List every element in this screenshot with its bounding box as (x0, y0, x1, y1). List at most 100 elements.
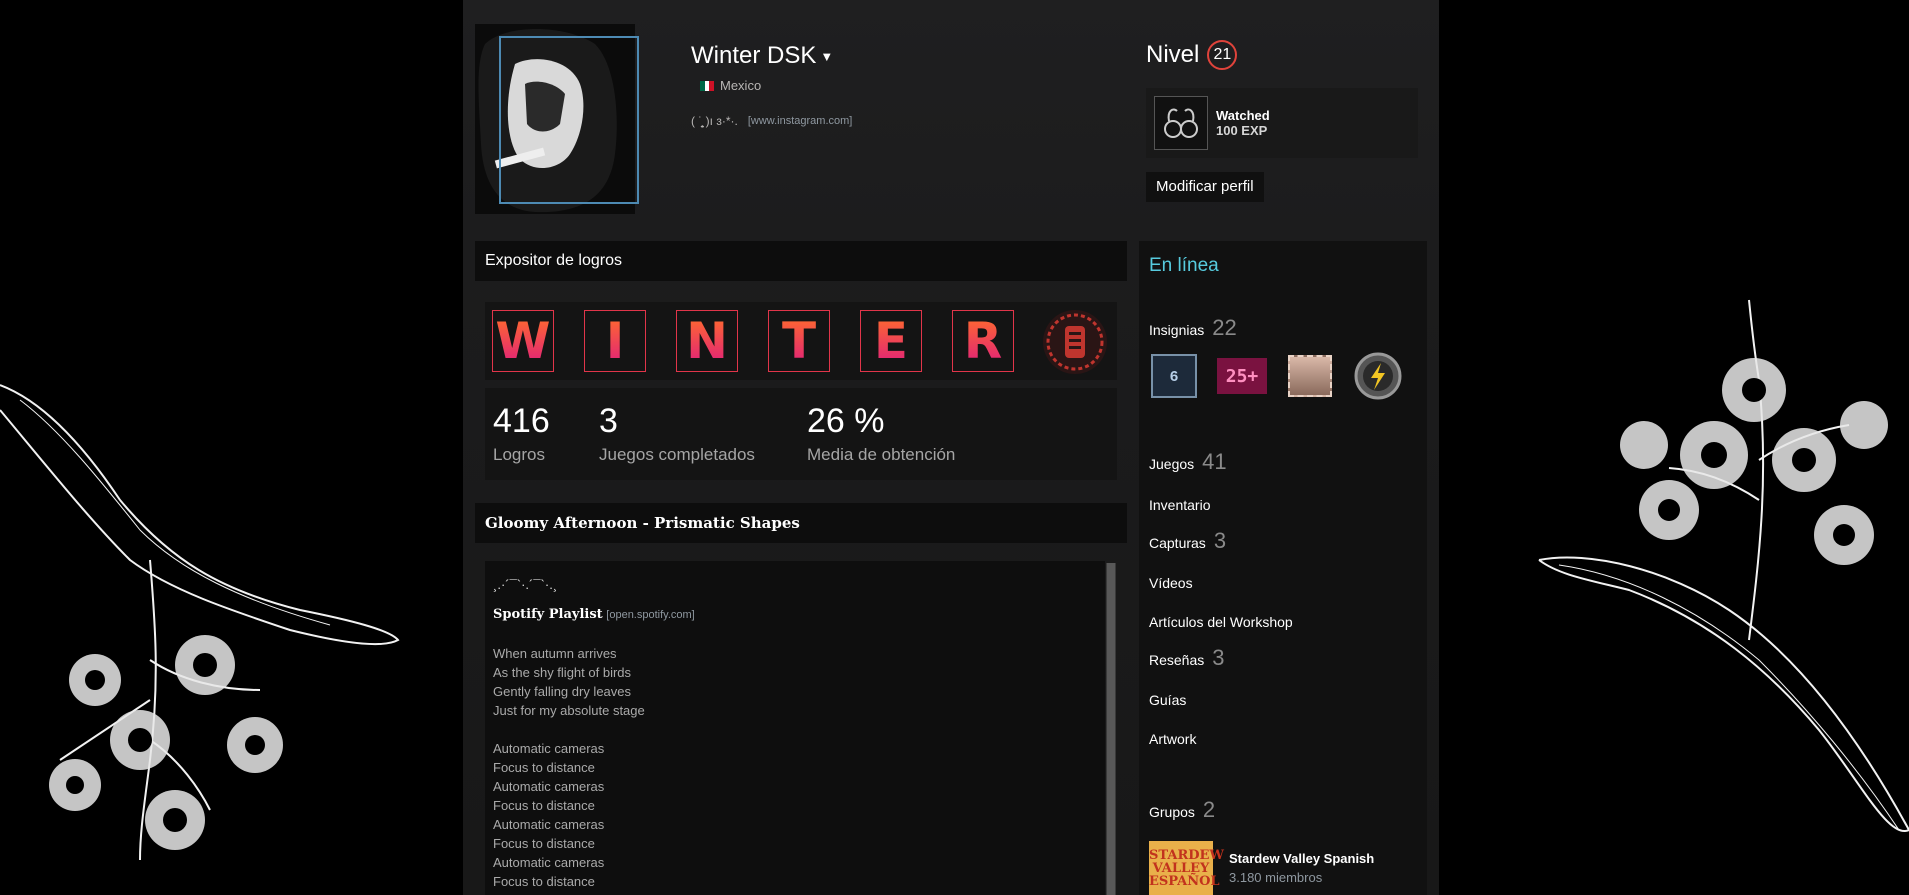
online-status: En línea (1149, 255, 1219, 276)
persona-name[interactable]: Winter DSK ▼ (691, 42, 833, 70)
stat-completion-rate: 26 % Media de obtención (807, 402, 955, 465)
sidebar-item-screenshots[interactable]: Capturas 3 (1149, 528, 1226, 554)
featured-badge-name: Watched (1216, 108, 1270, 123)
postcard-badge-icon[interactable] (1285, 353, 1335, 399)
achievement-icon-e[interactable]: E (860, 310, 922, 372)
profile-level: Nivel 21 (1146, 40, 1238, 70)
stat-label: Juegos completados (599, 445, 755, 464)
profile-summary: ( ˙̮̩̥̩̥̩̩̥ )ı ɜ·*·. [www.instagram.com] (691, 114, 852, 128)
achievement-icon-w[interactable]: W (492, 310, 554, 372)
summary-text: ( ˙̮̩̥̩̥̩̩̥ )ı ɜ·*·. (691, 114, 738, 128)
featured-badge[interactable]: Watched 100 EXP (1146, 88, 1418, 158)
sidebar-item-label: Reseñas (1149, 652, 1205, 668)
stat-label: Logros (493, 445, 545, 464)
achievement-icon-i[interactable]: I (584, 310, 646, 372)
avatar[interactable] (475, 24, 639, 214)
floral-background-left (0, 384, 400, 861)
country-name: Mexico (720, 78, 762, 93)
group-members: 3.180 miembros (1229, 870, 1323, 885)
sidebar-item-label: Vídeos (1149, 575, 1193, 591)
achievement-letter: W (495, 312, 551, 370)
sidebar-item-count: 3 (1212, 645, 1225, 670)
sidebar-item-count: 22 (1212, 315, 1237, 340)
scrollbar-thumb[interactable] (1107, 563, 1115, 895)
sidebar-item-games[interactable]: Juegos 41 (1149, 449, 1227, 475)
badge-25-text: 25+ (1225, 365, 1259, 387)
sidebar-item-groups[interactable]: Grupos 2 (1149, 797, 1215, 823)
group-stardew-valley-spanish[interactable]: STARDEW VALLEY ESPAÑOL Stardew Valley Sp… (1149, 841, 1374, 895)
achievement-showcase-title: Expositor de logros (475, 241, 1127, 281)
years-of-service-6-icon[interactable]: 6 (1149, 353, 1199, 399)
lightning-badge-icon[interactable] (1353, 352, 1403, 400)
sidebar-item-count: 2 (1202, 797, 1216, 822)
sidebar-item-count: 3 (1213, 528, 1227, 553)
sidebar-item-artwork[interactable]: Artwork (1149, 731, 1196, 747)
chevron-down-icon[interactable]: ▼ (820, 49, 833, 64)
custom-box-content: ¸.·´¯`·.´¯`·.¸ Spotify Playlist [open.sp… (485, 561, 1105, 895)
lyric-line: When autumn arrives (493, 646, 617, 661)
achievement-letter: I (605, 312, 625, 370)
sidebar-item-label: Grupos (1149, 804, 1195, 820)
achievement-letter: N (686, 312, 728, 370)
sidebar-item-label: Insignias (1149, 322, 1205, 338)
mexico-flag-icon (700, 80, 715, 91)
custom-box-title: Gloomy Afternoon - Prismatic Shapes (475, 503, 1127, 543)
stat-achievements[interactable]: 416 Logros (493, 402, 550, 465)
stat-label: Media de obtención (807, 445, 956, 464)
featured-badge-xp: 100 EXP (1216, 123, 1268, 138)
sidebar-item-reviews[interactable]: Reseñas 3 (1149, 645, 1225, 671)
lyric-line: Automatic cameras (493, 741, 605, 756)
badge-six-text: 6 (1169, 367, 1179, 385)
25-plus-badge-icon[interactable]: 25+ (1217, 353, 1267, 399)
country-location: Mexico (700, 78, 761, 93)
profile-sidebar: En línea Insignias 22 6 25+ Juegos 41 In… (1139, 241, 1427, 895)
sidebar-item-label: Inventario (1149, 497, 1211, 513)
lyric-line: Automatic cameras (493, 779, 605, 794)
badge-list: 6 25+ (1149, 352, 1403, 400)
sidebar-item-label: Artwork (1149, 731, 1197, 747)
profile-page: Winter DSK ▼ Mexico ( ˙̮̩̥̩̥̩̩̥ )ı ɜ·*·. … (463, 0, 1439, 895)
lyric-line: Just for my absolute stage (493, 703, 645, 718)
achievement-icon-n[interactable]: N (676, 310, 738, 372)
achievement-stats: 416 Logros 3 Juegos completados 26 % Med… (485, 388, 1117, 480)
playlist-label: Spotify Playlist (493, 607, 603, 622)
sidebar-item-videos[interactable]: Vídeos (1149, 575, 1193, 591)
sidebar-item-badges[interactable]: Insignias 22 (1149, 315, 1237, 341)
lyric-line (493, 720, 1105, 739)
achievement-letter: E (873, 312, 909, 370)
sidebar-item-label: Juegos (1149, 456, 1195, 472)
achievement-icon-t[interactable]: T (768, 310, 830, 372)
lyric-line: Focus to distance (493, 874, 595, 889)
scroll-achievement-icon[interactable] (1043, 310, 1107, 374)
lyric-line: Automatic cameras (493, 817, 605, 832)
lyric-line: Automatic cameras (493, 855, 605, 870)
stat-completed-games[interactable]: 3 Juegos completados (599, 402, 755, 465)
text-divider: ¸.·´¯`·.´¯`·.¸ (493, 577, 558, 592)
sidebar-item-guides[interactable]: Guías (1149, 692, 1186, 708)
sidebar-item-label: Guías (1149, 692, 1187, 708)
achievement-icon-r[interactable]: R (952, 310, 1014, 372)
edit-profile-button[interactable]: Modificar perfil (1146, 172, 1264, 202)
achievement-letter: R (963, 312, 1003, 370)
persona-name-text: Winter DSK (691, 42, 817, 69)
spotify-link[interactable]: [open.spotify.com] (606, 609, 694, 621)
watched-badge-icon (1154, 96, 1208, 150)
custom-box-scrollbar[interactable] (1106, 563, 1116, 895)
stat-value: 416 (493, 402, 550, 440)
group-avatar: STARDEW VALLEY ESPAÑOL (1149, 841, 1224, 895)
lyric-line: As the shy flight of birds (493, 665, 632, 680)
sidebar-item-count: 41 (1202, 449, 1227, 474)
sidebar-item-label: Capturas (1149, 535, 1206, 551)
floral-background-right (1538, 299, 1909, 833)
avatar-frame (499, 36, 639, 204)
lyric-line: Focus to distance (493, 836, 595, 851)
instagram-link[interactable]: [www.instagram.com] (748, 115, 853, 127)
sidebar-item-label: Artículos del Workshop (1149, 614, 1293, 630)
level-badge[interactable]: 21 (1207, 40, 1238, 70)
sidebar-item-inventory[interactable]: Inventario (1149, 497, 1210, 513)
achievement-showcase-row: W I N T E R (485, 302, 1117, 380)
lyric-line: Focus to distance (493, 760, 595, 775)
lyric-line: Focus to distance (493, 798, 595, 813)
sidebar-item-workshop[interactable]: Artículos del Workshop (1149, 614, 1293, 630)
group-name: Stardew Valley Spanish (1229, 851, 1375, 866)
